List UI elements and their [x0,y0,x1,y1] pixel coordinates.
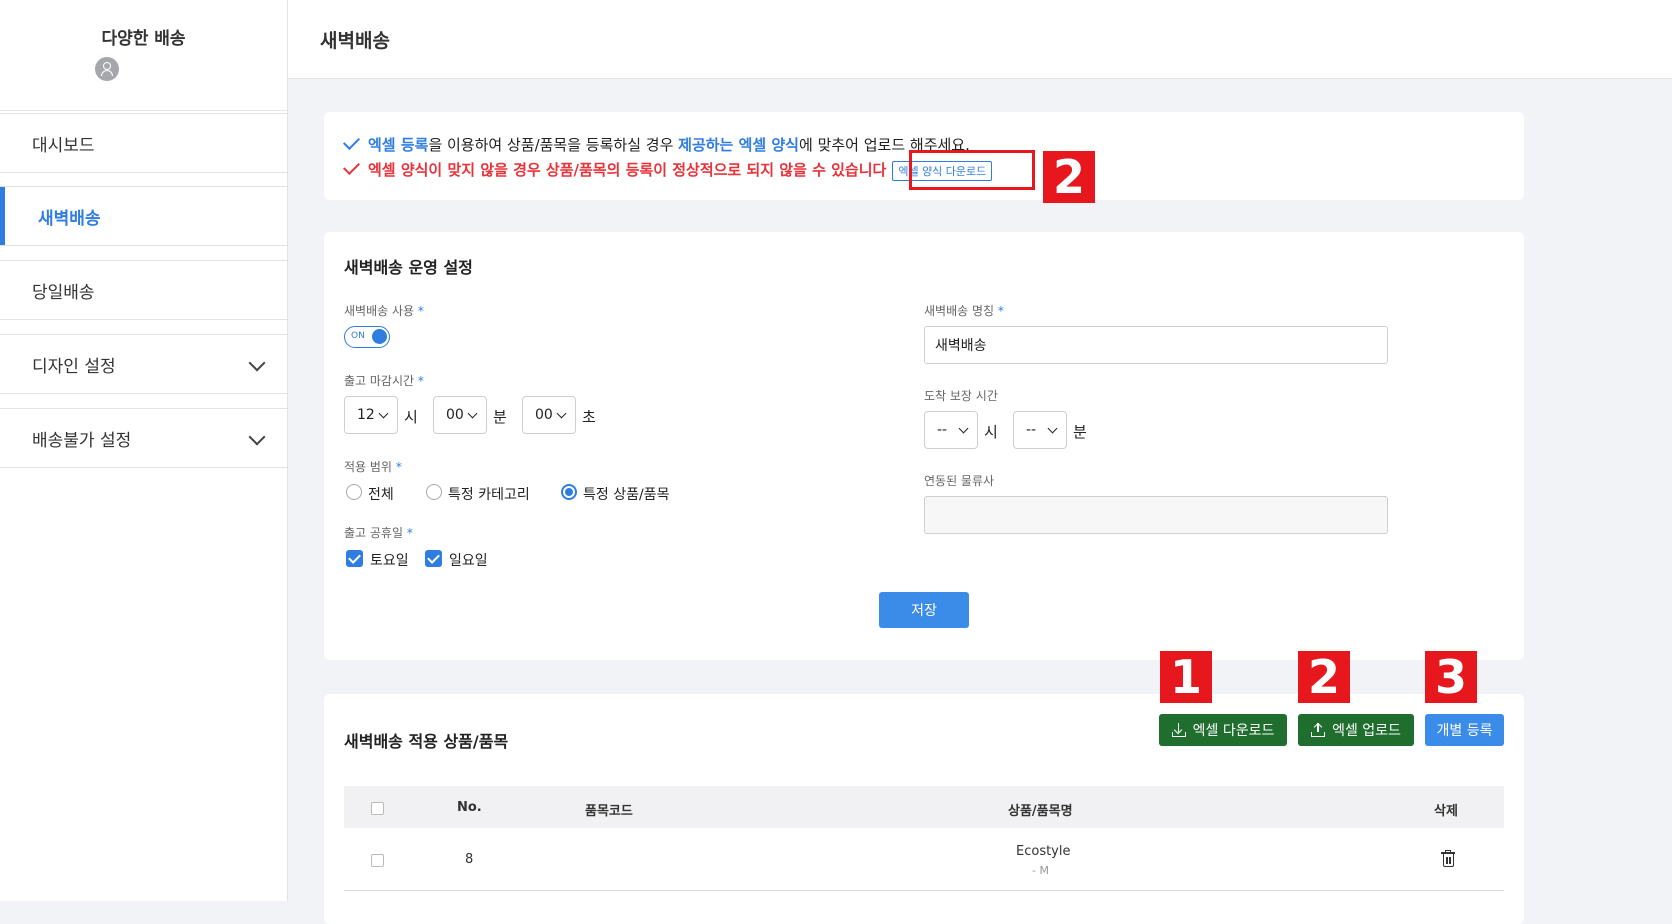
excel-upload-button[interactable]: 엑셀 업로드 [1298,714,1414,746]
arrival-hour-select[interactable]: -- [924,411,978,449]
section-title: 새벽배송 운영 설정 [344,258,473,277]
row-divider [344,890,1504,891]
user-avatar-icon[interactable] [95,57,119,81]
cutoff-minute-select[interactable]: 00 [433,396,487,434]
trash-icon[interactable] [1441,850,1455,867]
checkbox-label: 일요일 [449,553,488,569]
column-header-name: 상품/품목명 [1008,804,1073,819]
scope-category-radio[interactable] [426,484,442,500]
column-header-no: No. [457,800,482,815]
field-label: 출고 마감시간 * [344,372,424,389]
required-mark: * [417,304,424,318]
arrival-minute-select[interactable]: -- [1013,411,1067,449]
table-header [344,786,1504,828]
required-mark: * [417,374,424,388]
sidebar-item-undeliverable-settings[interactable]: 배송불가 설정 [0,408,287,468]
notice-emphasis: 엑셀 등록 [368,136,429,154]
required-mark: * [406,526,413,540]
row-checkbox[interactable] [371,854,384,867]
field-label: 적용 범위 * [344,458,402,475]
unit-label: 시 [984,423,998,441]
button-label: 엑셀 다운로드 [1192,723,1275,739]
delivery-name-input[interactable]: 새벽배송 [924,326,1388,364]
sidebar-item-dashboard[interactable]: 대시보드 [0,113,287,173]
scope-product-radio[interactable] [561,484,577,500]
unit-label: 분 [493,408,507,426]
saturday-checkbox[interactable] [346,550,363,567]
download-icon [1171,723,1186,737]
radio-label: 특정 상품/품목 [583,487,670,503]
individual-register-button[interactable]: 개별 등록 [1425,714,1504,746]
toggle-text: ON [351,331,365,341]
linked-carrier-input[interactable] [924,496,1388,534]
check-icon [343,158,360,175]
unit-label: 분 [1073,423,1087,441]
label-text: 출고 공휴일 [344,526,404,540]
annotation-badge: 2 [1043,151,1095,203]
field-label: 연동된 물류사 [924,474,995,488]
toggle-knob [372,329,387,344]
field-label: 출고 공휴일 * [344,524,413,541]
sidebar-item-design-settings[interactable]: 디자인 설정 [0,334,287,394]
page-title: 새벽배송 [320,30,390,52]
section-title: 새벽배송 적용 상품/품목 [344,732,509,751]
sidebar: 다양한 배송 대시보드 새벽배송 당일배송 디자인 설정 배송불가 설정 [0,0,288,901]
sidebar-item-label: 디자인 설정 [32,356,116,377]
row-no: 8 [465,852,474,867]
row-product-name: Ecostyle [1016,844,1071,859]
sidebar-item-label: 당일배송 [32,282,95,303]
notice-text: 을 이용하여 상품/품목을 등록하실 경우 [428,136,679,154]
row-product-option: - M [1032,864,1049,877]
radio-label: 전체 [368,487,394,503]
required-mark: * [395,460,402,474]
brand-title: 다양한 배송 [101,29,186,49]
field-label: 도착 보장 시간 [924,389,998,403]
header-bar: 새벽배송 [288,0,1672,79]
field-label: 새벽배송 명칭 * [924,302,1004,319]
annotation-highlight-box [909,150,1035,190]
sidebar-item-label: 대시보드 [32,135,95,156]
unit-label: 시 [404,408,418,426]
column-header-delete: 삭제 [1434,804,1458,819]
dawn-delivery-toggle[interactable]: ON [344,326,390,348]
upload-icon [1311,722,1326,737]
label-text: 출고 마감시간 [344,374,415,388]
sidebar-item-label: 배송불가 설정 [32,430,132,451]
scope-all-radio[interactable] [346,484,362,500]
checkbox-label: 토요일 [370,553,409,569]
required-mark: * [997,304,1004,318]
chevron-down-icon [248,428,266,446]
excel-download-button[interactable]: 엑셀 다운로드 [1159,714,1287,746]
column-header-code: 품목코드 [585,804,633,819]
notice-line-1: 엑셀 등록을 이용하여 상품/품목을 등록하실 경우 제공하는 엑셀 양식에 맞… [343,133,970,155]
products-card: 새벽배송 적용 상품/품목 엑셀 다운로드 엑셀 업로드 개별 등록 No. 품… [324,694,1524,924]
sidebar-item-label: 새벽배송 [38,208,101,229]
sunday-checkbox[interactable] [425,550,442,567]
notice-emphasis: 제공하는 엑셀 양식 [678,136,799,154]
field-label: 새벽배송 사용 * [344,302,424,319]
radio-label: 특정 카테고리 [448,487,530,503]
cutoff-hour-select[interactable]: 12 [344,396,398,434]
label-text: 새벽배송 사용 [344,304,415,318]
annotation-badge: 1 [1160,651,1212,703]
annotation-badge: 3 [1425,651,1477,703]
label-text: 적용 범위 [344,460,392,474]
cutoff-second-select[interactable]: 00 [522,396,576,434]
button-label: 엑셀 업로드 [1332,723,1401,739]
brand-area: 다양한 배송 [0,0,287,111]
save-button[interactable]: 저장 [879,592,969,628]
label-text: 새벽배송 명칭 [924,304,995,318]
check-icon [343,133,360,150]
select-all-checkbox[interactable] [371,802,384,815]
notice-line-2: 엑셀 양식이 맞지 않을 경우 상품/품목의 등록이 정상적으로 되지 않을 수… [343,158,993,181]
annotation-badge: 2 [1298,651,1350,703]
warning-text: 엑셀 양식이 맞지 않을 경우 상품/품목의 등록이 정상적으로 되지 않을 수… [368,161,887,179]
sidebar-item-dawn-delivery[interactable]: 새벽배송 [0,186,287,246]
sidebar-item-same-day-delivery[interactable]: 당일배송 [0,260,287,320]
chevron-down-icon [248,354,266,372]
unit-label: 초 [582,408,596,426]
settings-card: 새벽배송 운영 설정 새벽배송 사용 * ON 출고 마감시간 * 12 시 0… [324,232,1524,660]
